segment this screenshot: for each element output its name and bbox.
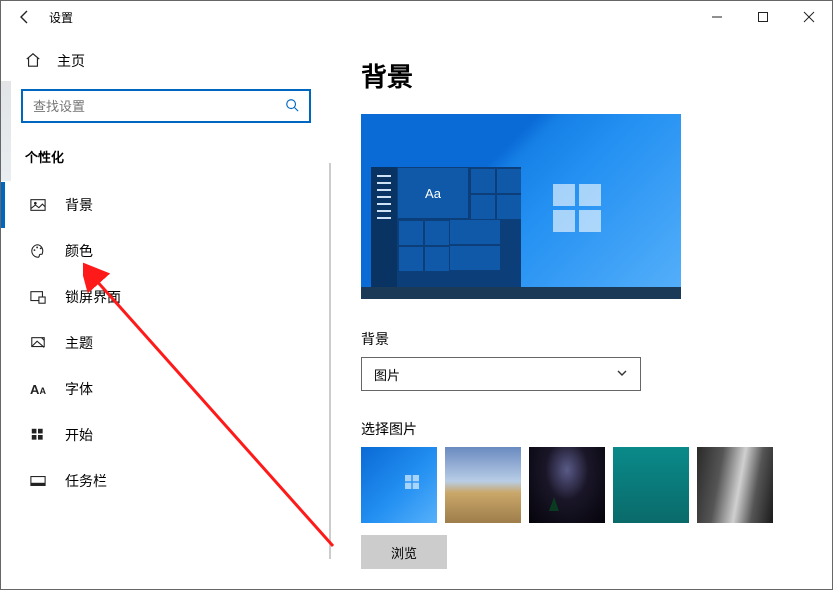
preview-taskbar bbox=[361, 287, 681, 299]
thumbnail-5[interactable] bbox=[697, 447, 773, 523]
picture-thumbnails bbox=[361, 447, 802, 523]
background-dropdown-label: 背景 bbox=[361, 329, 802, 349]
sidebar-item-label: 任务栏 bbox=[65, 471, 107, 491]
search-input[interactable] bbox=[33, 99, 285, 114]
content-pane: 背景 Aa bbox=[331, 33, 832, 589]
titlebar: 设置 bbox=[1, 1, 832, 33]
body: 主页 个性化 背景 颜色 bbox=[1, 33, 832, 589]
sidebar-item-label: 主题 bbox=[65, 333, 93, 353]
sidebar: 主页 个性化 背景 颜色 bbox=[1, 33, 331, 589]
fonts-icon: AA bbox=[29, 380, 47, 398]
sidebar-item-colors[interactable]: 颜色 bbox=[1, 228, 331, 274]
start-icon bbox=[29, 426, 47, 444]
home-icon bbox=[25, 52, 41, 71]
thumbnail-2[interactable] bbox=[445, 447, 521, 523]
search-box[interactable] bbox=[21, 89, 311, 123]
page-title: 背景 bbox=[361, 57, 802, 94]
sidebar-section-title: 个性化 bbox=[1, 135, 331, 182]
sidebar-item-background[interactable]: 背景 bbox=[1, 182, 331, 228]
maximize-button[interactable] bbox=[740, 1, 786, 33]
sidebar-home[interactable]: 主页 bbox=[1, 41, 331, 81]
sidebar-home-label: 主页 bbox=[57, 51, 85, 71]
sidebar-item-lockscreen[interactable]: 锁屏界面 bbox=[1, 274, 331, 320]
settings-window: 设置 主页 个性化 bbox=[0, 0, 833, 590]
thumbnail-1[interactable] bbox=[361, 447, 437, 523]
select-value: 图片 bbox=[374, 365, 400, 384]
chevron-down-icon bbox=[616, 367, 628, 382]
sidebar-item-label: 开始 bbox=[65, 425, 93, 445]
themes-icon bbox=[29, 334, 47, 352]
sidebar-item-label: 背景 bbox=[65, 195, 93, 215]
choose-picture-label: 选择图片 bbox=[361, 419, 802, 439]
preview-start-menu: Aa bbox=[371, 167, 521, 287]
back-button[interactable] bbox=[9, 1, 41, 33]
picture-icon bbox=[29, 196, 47, 214]
lockscreen-icon bbox=[29, 288, 47, 306]
sidebar-nav: 背景 颜色 锁屏界面 主题 AA 字体 bbox=[1, 182, 331, 504]
close-button[interactable] bbox=[786, 1, 832, 33]
thumbnail-4[interactable] bbox=[613, 447, 689, 523]
windows-logo-icon bbox=[553, 184, 601, 232]
sidebar-item-label: 锁屏界面 bbox=[65, 287, 121, 307]
thumbnail-3[interactable] bbox=[529, 447, 605, 523]
sidebar-item-fonts[interactable]: AA 字体 bbox=[1, 366, 331, 412]
sidebar-item-themes[interactable]: 主题 bbox=[1, 320, 331, 366]
sidebar-item-start[interactable]: 开始 bbox=[1, 412, 331, 458]
browse-button[interactable]: 浏览 bbox=[361, 535, 447, 569]
sidebar-item-label: 颜色 bbox=[65, 241, 93, 261]
background-type-select[interactable]: 图片 bbox=[361, 357, 641, 391]
sidebar-item-taskbar[interactable]: 任务栏 bbox=[1, 458, 331, 504]
sidebar-item-label: 字体 bbox=[65, 379, 93, 399]
search-container bbox=[1, 81, 331, 135]
palette-icon bbox=[29, 242, 47, 260]
background-preview: Aa bbox=[361, 114, 681, 299]
preview-sample-tile: Aa bbox=[398, 168, 468, 218]
window-title: 设置 bbox=[49, 9, 73, 26]
window-controls bbox=[694, 1, 832, 33]
minimize-button[interactable] bbox=[694, 1, 740, 33]
taskbar-icon bbox=[29, 472, 47, 490]
search-icon bbox=[285, 98, 299, 115]
